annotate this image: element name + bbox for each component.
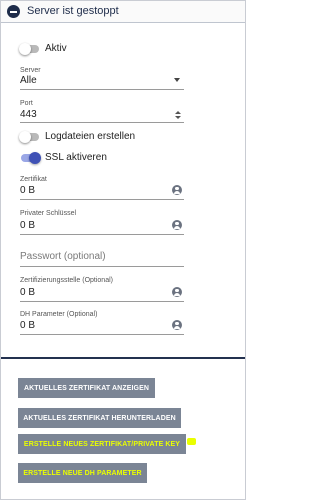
ssl-toggle[interactable] <box>19 152 41 164</box>
ssl-label: SSL aktiveren <box>45 152 107 163</box>
panel-header[interactable]: Server ist gestoppt <box>1 1 245 23</box>
show-certificate-button[interactable]: AKTUELLES ZERTIFIKAT ANZEIGEN <box>18 378 155 398</box>
passwort-input[interactable]: Passwort (optional) <box>20 251 106 262</box>
zertifizierungsstelle-underline <box>20 301 184 302</box>
chevron-down-icon[interactable] <box>174 78 180 82</box>
aktiv-toggle[interactable] <box>19 43 41 55</box>
dh-parameter-label: DH Parameter (Optional) <box>20 311 98 318</box>
privater-schluessel-underline <box>20 234 184 235</box>
privater-schluessel-label: Privater Schlüssel <box>20 210 77 217</box>
create-dh-parameter-button[interactable]: ERSTELLE NEUE DH PARAMETER <box>18 463 147 483</box>
logdateien-toggle[interactable] <box>19 131 41 143</box>
zertifizierungsstelle-file-field[interactable]: 0 B <box>20 287 35 298</box>
aktiv-label: Aktiv <box>45 43 67 54</box>
port-label: Port <box>20 100 33 107</box>
server-status-title: Server ist gestoppt <box>27 5 119 17</box>
toggle-knob <box>19 43 31 55</box>
collapse-icon[interactable] <box>7 5 20 18</box>
create-certificate-button[interactable]: ERSTELLE NEUES ZERTIFIKAT/PRIVATE KEY <box>18 434 186 454</box>
toggle-knob <box>19 131 31 143</box>
privater-schluessel-file-field[interactable]: 0 B <box>20 220 35 231</box>
toggle-knob <box>29 152 41 164</box>
dh-parameter-underline <box>20 334 184 335</box>
upload-user-icon[interactable] <box>172 185 182 195</box>
server-label: Server <box>20 67 41 74</box>
server-settings-panel: Server ist gestoppt Aktiv Server Alle Po… <box>0 0 246 500</box>
server-select-value[interactable]: Alle <box>20 75 37 86</box>
upload-user-icon[interactable] <box>172 220 182 230</box>
section-divider <box>1 357 245 359</box>
zertifikat-file-field[interactable]: 0 B <box>20 185 35 196</box>
server-select-underline <box>20 89 184 90</box>
zertifikat-underline <box>20 199 184 200</box>
port-input[interactable]: 443 <box>20 109 37 120</box>
port-input-underline <box>20 122 184 123</box>
port-stepper-icon[interactable] <box>175 111 181 120</box>
logdateien-label: Logdateien erstellen <box>45 131 136 142</box>
upload-user-icon[interactable] <box>172 287 182 297</box>
zertifizierungsstelle-label: Zertifizierungsstelle (Optional) <box>20 277 113 284</box>
zertifikat-label: Zertifikat <box>20 176 47 183</box>
highlight-mark <box>187 438 196 445</box>
dh-parameter-file-field[interactable]: 0 B <box>20 320 35 331</box>
passwort-underline <box>20 266 184 267</box>
upload-user-icon[interactable] <box>172 320 182 330</box>
download-certificate-button[interactable]: AKTUELLES ZERTIFIKAT HERUNTERLADEN <box>18 408 181 428</box>
